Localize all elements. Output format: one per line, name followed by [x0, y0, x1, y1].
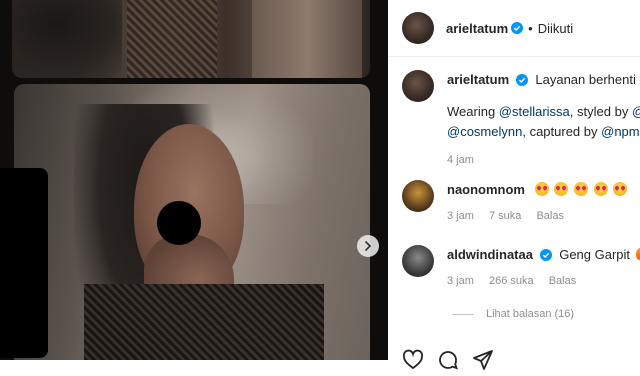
comment-username[interactable]: naonomnom: [447, 182, 525, 197]
following-button[interactable]: Diikuti: [538, 21, 573, 36]
comment-emojis: [533, 182, 628, 197]
heart-icon[interactable]: [402, 349, 424, 371]
caption-text: Layanan berhenti mer: [535, 72, 640, 87]
mention-link[interactable]: @cosmelynn: [447, 124, 522, 139]
comment-time: 3 jam: [447, 210, 474, 222]
view-replies-button[interactable]: Lihat balasan (16): [452, 308, 574, 320]
next-photo-button[interactable]: [357, 235, 379, 257]
comment-likes[interactable]: 7 suka: [489, 210, 521, 222]
post-header: arieltatum • Diikuti: [388, 0, 640, 57]
photo-frame-top: [12, 0, 370, 78]
heart-eyes-emoji-icon: [554, 182, 569, 196]
comment-username[interactable]: aldwindinataa: [447, 247, 533, 262]
fire-emoji-icon: [635, 248, 640, 260]
comment-item: aldwindinataa Geng Garpit 3 jam 266 suka…: [402, 245, 640, 291]
divider-line: [452, 313, 474, 315]
caption-text: , captured by: [522, 124, 602, 139]
post-media: [0, 0, 388, 360]
heart-eyes-emoji-icon: [573, 182, 588, 196]
author-avatar[interactable]: [402, 70, 434, 102]
caption: arieltatum Layanan berhenti mer Wearing …: [402, 70, 640, 170]
verified-badge-icon: [511, 22, 524, 34]
caption-time: 4 jam: [447, 154, 474, 166]
comment-icon[interactable]: [437, 349, 459, 371]
heart-eyes-emoji-icon: [613, 182, 628, 196]
separator-dot: •: [528, 20, 533, 36]
photo-frame-left: [0, 168, 48, 358]
mention-link[interactable]: @in: [632, 104, 640, 119]
author-avatar[interactable]: [402, 12, 434, 44]
comment-item: naonomnom 3 jam 7 suka Balas: [402, 180, 640, 226]
heart-eyes-emoji-icon: [534, 182, 549, 196]
comment-likes[interactable]: 266 suka: [489, 275, 534, 287]
caption-text: Wearing: [447, 104, 499, 119]
reply-button[interactable]: Balas: [536, 210, 564, 222]
verified-badge-icon: [539, 249, 552, 261]
mention-link[interactable]: @stellarissa: [499, 104, 570, 119]
reply-button[interactable]: Balas: [549, 275, 577, 287]
post-photo: [14, 84, 370, 360]
censor-dot: [157, 201, 201, 245]
heart-eyes-emoji-icon: [593, 182, 608, 196]
caption-username[interactable]: arieltatum: [447, 72, 509, 87]
verified-badge-icon: [515, 74, 528, 86]
mention-link[interactable]: @npmali: [601, 124, 640, 139]
comment-time: 3 jam: [447, 275, 474, 287]
share-icon[interactable]: [472, 349, 494, 371]
commenter-avatar[interactable]: [402, 245, 434, 277]
author-username[interactable]: arieltatum: [446, 21, 508, 36]
view-replies-label: Lihat balasan (16): [486, 308, 575, 320]
comment-text: Geng Garpit: [559, 247, 631, 262]
post-actions: [402, 349, 507, 371]
chevron-right-icon: [365, 241, 372, 251]
commenter-avatar[interactable]: [402, 180, 434, 212]
caption-text: , styled by: [569, 104, 632, 119]
